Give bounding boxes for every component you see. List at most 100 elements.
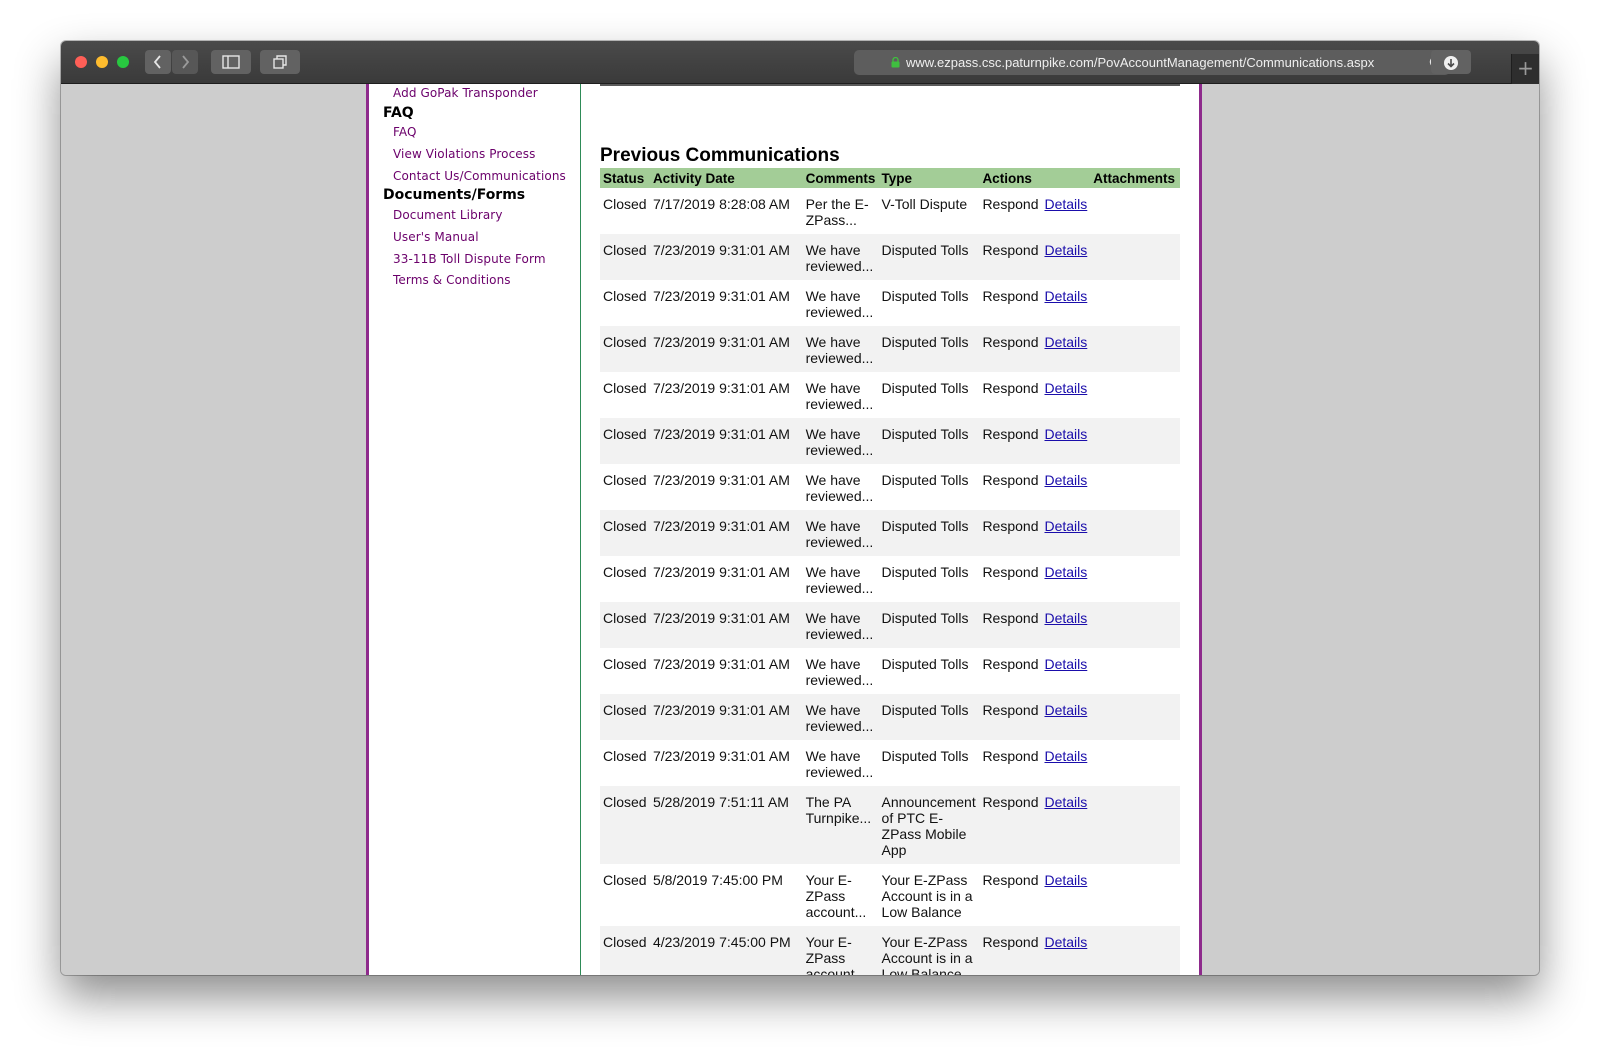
status-cell: Closed bbox=[603, 872, 647, 888]
respond-action: Respond bbox=[982, 656, 1039, 672]
details-link[interactable]: Details bbox=[1044, 934, 1087, 950]
details-link[interactable]: Details bbox=[1044, 380, 1087, 396]
details-link[interactable]: Details bbox=[1044, 610, 1087, 626]
comments-cell: We have reviewed... bbox=[805, 472, 874, 504]
sidebar-link-toll-dispute-form[interactable]: 33-11B Toll Dispute Form bbox=[393, 252, 546, 266]
comments-cell: Your E-ZPass account... bbox=[802, 926, 879, 975]
back-button[interactable] bbox=[145, 50, 171, 74]
activity-date-cell: 7/23/2019 9:31:01 AM bbox=[649, 510, 803, 556]
details-link[interactable]: Details bbox=[1044, 196, 1087, 212]
type-cell: Your E-ZPass Account is in a Low Balance bbox=[881, 872, 973, 920]
type-cell: Disputed Tolls bbox=[881, 472, 969, 488]
activity-date-cell: 7/23/2019 9:31:01 AM bbox=[652, 564, 790, 580]
details-link[interactable]: Details bbox=[1044, 748, 1087, 764]
comments-cell: We have reviewed... bbox=[802, 694, 879, 740]
downloads-button[interactable] bbox=[1431, 50, 1471, 74]
page-title: Previous Communications bbox=[600, 145, 840, 166]
respond-action: Respond bbox=[982, 872, 1039, 888]
comments-cell: We have reviewed... bbox=[805, 656, 874, 688]
attachments-cell bbox=[1090, 556, 1180, 602]
sidebar-link-faq[interactable]: FAQ bbox=[393, 125, 417, 139]
browser-window: www.ezpass.csc.paturnpike.com/PovAccount… bbox=[61, 41, 1539, 975]
attachments-cell bbox=[1090, 694, 1180, 740]
comments-cell: We have reviewed... bbox=[805, 288, 874, 320]
table-row: Closed 7/23/2019 9:31:01 AM We have review… bbox=[600, 648, 1180, 694]
comments-cell: We have reviewed... bbox=[802, 602, 879, 648]
respond-action: Respond bbox=[982, 242, 1039, 258]
type-cell: Disputed Tolls bbox=[881, 380, 969, 396]
details-link[interactable]: Details bbox=[1044, 656, 1087, 672]
details-link[interactable]: Details bbox=[1044, 334, 1087, 350]
actions-cell: Respond Details bbox=[979, 510, 1091, 556]
type-cell: Disputed Tolls bbox=[881, 288, 969, 304]
activity-date-cell: 7/17/2019 8:28:08 AM bbox=[652, 196, 790, 212]
type-cell: Disputed Tolls bbox=[878, 418, 980, 464]
sidebar-toggle-button[interactable] bbox=[211, 50, 251, 74]
status-cell: Closed bbox=[603, 472, 647, 488]
sidebar-heading-faq: FAQ bbox=[383, 105, 414, 121]
address-bar[interactable]: www.ezpass.csc.paturnpike.com/PovAccount… bbox=[854, 50, 1450, 75]
status-cell: Closed bbox=[600, 418, 650, 464]
sidebar-link-add-gopak-transponder[interactable]: Add GoPak Transponder bbox=[393, 86, 538, 100]
status-cell: Closed bbox=[603, 748, 647, 764]
communications-table: Status Activity Date Comments Type Actio… bbox=[600, 168, 1180, 975]
actions-cell: Respond Details bbox=[979, 234, 1091, 280]
tabs-icon bbox=[273, 55, 287, 69]
details-link[interactable]: Details bbox=[1044, 564, 1087, 580]
comments-cell: Your E-ZPass account... bbox=[805, 872, 867, 920]
sidebar-link-contact-us-communications[interactable]: Contact Us/Communications bbox=[393, 169, 566, 183]
respond-action: Respond bbox=[982, 934, 1039, 950]
details-link[interactable]: Details bbox=[1044, 872, 1087, 888]
comments-cell: We have reviewed... bbox=[802, 510, 879, 556]
forward-button[interactable] bbox=[172, 50, 198, 74]
tab-overview-button[interactable] bbox=[260, 50, 300, 74]
download-icon bbox=[1444, 56, 1458, 70]
actions-cell: Respond Details bbox=[979, 418, 1091, 464]
details-link[interactable]: Details bbox=[1044, 472, 1087, 488]
table-row: Closed 7/23/2019 9:31:01 AM We have review… bbox=[600, 418, 1180, 464]
close-window-button[interactable] bbox=[75, 56, 87, 68]
zoom-window-button[interactable] bbox=[117, 56, 129, 68]
new-tab-button[interactable]: + bbox=[1511, 54, 1539, 84]
sidebar-icon bbox=[222, 55, 240, 69]
respond-action: Respond bbox=[982, 702, 1039, 718]
details-link[interactable]: Details bbox=[1044, 242, 1087, 258]
sidebar-link-users-manual[interactable]: User's Manual bbox=[393, 230, 479, 244]
actions-cell: Respond Details bbox=[979, 648, 1090, 694]
details-link[interactable]: Details bbox=[1044, 426, 1087, 442]
column-header-attachments: Attachments bbox=[1090, 168, 1180, 188]
table-row: Closed 7/23/2019 9:31:01 AM We have review… bbox=[600, 694, 1180, 740]
table-row: Closed 7/23/2019 9:31:01 AM We have review… bbox=[600, 602, 1180, 648]
type-cell: V-Toll Dispute bbox=[881, 196, 968, 212]
details-link[interactable]: Details bbox=[1044, 288, 1087, 304]
attachments-cell bbox=[1090, 234, 1180, 280]
details-link[interactable]: Details bbox=[1044, 518, 1087, 534]
respond-action: Respond bbox=[982, 288, 1039, 304]
status-cell: Closed bbox=[600, 602, 650, 648]
comments-cell: We have reviewed... bbox=[805, 564, 874, 596]
sidebar-link-view-violations-process[interactable]: View Violations Process bbox=[393, 147, 535, 161]
column-header-status: Status bbox=[600, 168, 650, 188]
chevron-right-icon bbox=[182, 55, 190, 69]
attachments-cell bbox=[1090, 464, 1180, 510]
details-link[interactable]: Details bbox=[1044, 794, 1087, 810]
minimize-window-button[interactable] bbox=[96, 56, 108, 68]
type-cell: Disputed Tolls bbox=[881, 656, 969, 672]
comments-cell: The PA Turnpike... bbox=[802, 786, 879, 864]
sidebar-link-document-library[interactable]: Document Library bbox=[393, 208, 503, 222]
type-cell: Disputed Tolls bbox=[881, 748, 969, 764]
type-cell: Your E-ZPass Account is in a Low Balance bbox=[878, 926, 980, 975]
respond-action: Respond bbox=[982, 610, 1039, 626]
table-header-row: Status Activity Date Comments Type Actio… bbox=[600, 168, 1180, 188]
url-text: www.ezpass.csc.paturnpike.com/PovAccount… bbox=[906, 55, 1375, 70]
attachments-cell bbox=[1090, 602, 1180, 648]
attachments-cell bbox=[1090, 740, 1180, 786]
status-cell: Closed bbox=[603, 380, 647, 396]
actions-cell: Respond Details bbox=[979, 740, 1090, 786]
details-link[interactable]: Details bbox=[1044, 702, 1087, 718]
sidebar-link-terms-conditions[interactable]: Terms & Conditions bbox=[393, 273, 511, 287]
table-row: Closed 4/23/2019 7:45:00 PM Your E-ZPass a… bbox=[600, 926, 1180, 975]
actions-cell: Respond Details bbox=[979, 372, 1090, 418]
actions-cell: Respond Details bbox=[979, 786, 1091, 864]
activity-date-cell: 7/23/2019 9:31:01 AM bbox=[652, 748, 790, 764]
